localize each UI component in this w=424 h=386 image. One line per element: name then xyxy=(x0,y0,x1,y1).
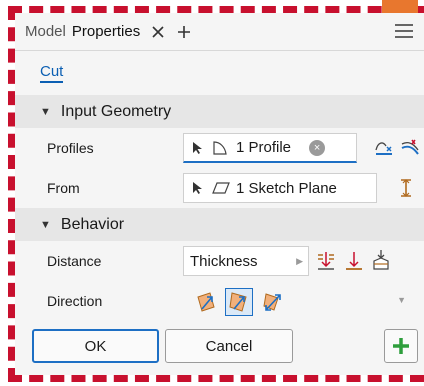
hamburger-menu-icon[interactable] xyxy=(394,23,414,39)
from-label: From xyxy=(47,180,80,196)
select-arrow-icon xyxy=(192,141,204,155)
collapse-triangle-icon[interactable]: ▼ xyxy=(40,106,51,118)
chevron-right-icon: ▶ xyxy=(296,255,303,266)
profiles-row: Profiles 1 Profile × xyxy=(15,128,424,168)
sketch-plane-icon xyxy=(212,181,230,195)
section-title: Input Geometry xyxy=(60,102,172,120)
plus-icon xyxy=(391,336,411,356)
direction-symmetric-icon[interactable] xyxy=(259,288,287,316)
add-button[interactable] xyxy=(384,329,418,363)
cancel-button[interactable]: Cancel xyxy=(165,329,293,363)
chevron-down-icon[interactable]: ▼ xyxy=(397,295,406,305)
direction-label: Direction xyxy=(47,293,103,309)
from-value: 1 Sketch Plane xyxy=(236,179,337,197)
direction-flipped-icon[interactable] xyxy=(225,288,253,316)
distance-dropdown[interactable]: Thickness ▶ xyxy=(183,246,309,276)
distance-down-icon[interactable] xyxy=(345,251,363,271)
tab-bar: Model Properties xyxy=(15,13,424,51)
distance-value: Thickness xyxy=(190,252,258,270)
plus-icon[interactable] xyxy=(176,24,192,40)
properties-panel: Model Properties Cut ▼ Input Geometry Pr… xyxy=(15,13,424,375)
select-arrow-icon xyxy=(192,181,204,195)
tab-properties[interactable]: Properties xyxy=(72,23,140,40)
from-field[interactable]: 1 Sketch Plane xyxy=(183,173,377,203)
tab-model[interactable]: Model xyxy=(25,23,66,40)
ok-button[interactable]: OK xyxy=(32,329,159,363)
direction-row: Direction ▼ xyxy=(15,281,424,321)
profile-icon xyxy=(212,140,228,156)
section-title: Behavior xyxy=(60,215,125,233)
distance-label: Distance xyxy=(47,253,102,269)
footer: OK Cancel xyxy=(15,323,424,368)
section-input-geometry[interactable]: ▼ Input Geometry xyxy=(15,95,424,128)
profiles-label: Profiles xyxy=(47,140,94,156)
feature-name-row: Cut xyxy=(15,51,424,95)
distance-icon[interactable] xyxy=(317,251,335,271)
distance-row: Distance Thickness ▶ xyxy=(15,241,424,281)
profiles-field[interactable]: 1 Profile × xyxy=(183,133,357,163)
direction-default-icon[interactable] xyxy=(193,288,221,316)
sketch-profile-icon[interactable] xyxy=(374,138,394,158)
close-icon[interactable] xyxy=(150,24,166,40)
from-row: From 1 Sketch Plane xyxy=(15,168,424,208)
profiles-value: 1 Profile xyxy=(236,139,292,156)
collapse-triangle-icon[interactable]: ▼ xyxy=(40,219,51,231)
feature-name-link[interactable]: Cut xyxy=(40,63,64,83)
distance-solid-icon[interactable] xyxy=(371,249,391,271)
clear-icon[interactable]: × xyxy=(309,139,326,156)
flip-icon[interactable] xyxy=(400,138,420,158)
offset-icon[interactable] xyxy=(399,179,413,197)
section-behavior[interactable]: ▼ Behavior xyxy=(15,208,424,241)
